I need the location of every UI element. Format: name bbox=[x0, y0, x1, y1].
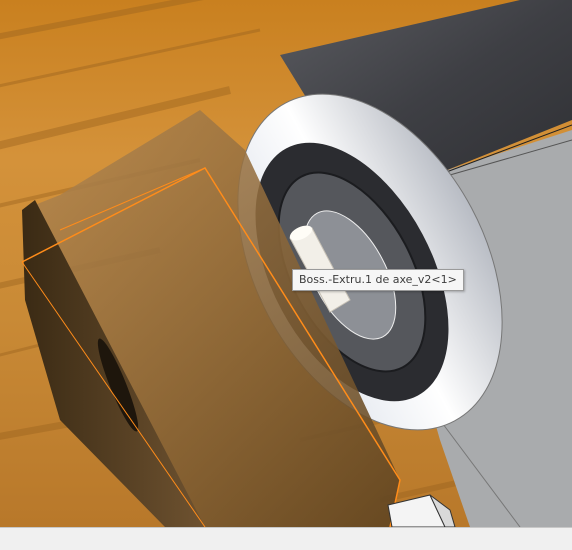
status-bar bbox=[0, 527, 572, 550]
bracket-part[interactable] bbox=[387, 494, 456, 527]
feature-tooltip: Boss.-Extru.1 de axe_v2<1> bbox=[292, 269, 464, 291]
graphics-viewport[interactable]: Boss.-Extru.1 de axe_v2<1> bbox=[0, 0, 572, 527]
cad-scene[interactable] bbox=[0, 0, 572, 527]
